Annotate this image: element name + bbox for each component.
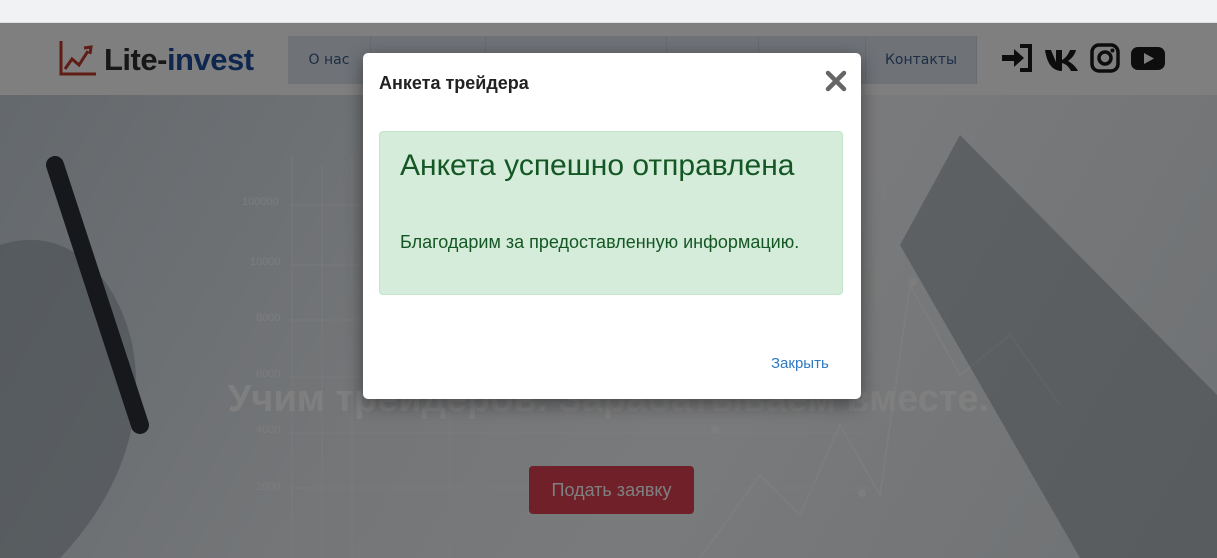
trader-form-modal: Анкета трейдера Анкета успешно отправлен… [363, 53, 861, 399]
success-alert: Анкета успешно отправлена Благодарим за … [379, 131, 843, 295]
browser-top-strip [0, 0, 1217, 23]
modal-title: Анкета трейдера [379, 73, 529, 93]
success-alert-heading: Анкета успешно отправлена [400, 149, 795, 182]
close-modal-link[interactable]: Закрыть [771, 355, 829, 372]
close-icon[interactable] [823, 68, 849, 94]
page: Lite-invest О нас Контакты [0, 23, 1217, 558]
success-alert-text: Благодарим за предоставленную информацию… [400, 232, 800, 252]
